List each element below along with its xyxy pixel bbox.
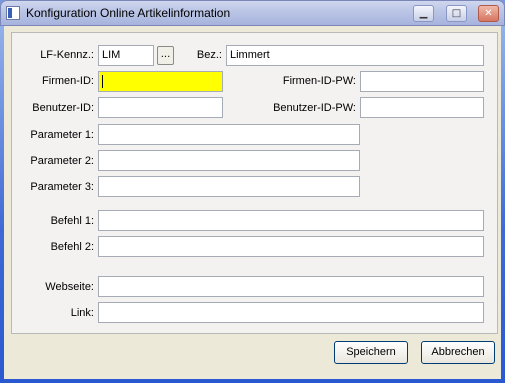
benutzer-id-label: Benutzer-ID: bbox=[32, 102, 94, 114]
title-bar[interactable]: Konfiguration Online Artikelinformation … bbox=[0, 0, 505, 26]
befehl2-field[interactable] bbox=[98, 236, 484, 257]
webseite-label: Webseite: bbox=[45, 281, 94, 293]
lf-kennz-label: LF-Kennz.: bbox=[40, 49, 94, 61]
firmen-id-pw-label: Firmen-ID-PW: bbox=[282, 75, 356, 87]
parameter3-field[interactable] bbox=[98, 176, 360, 197]
bez-label: Bez.: bbox=[196, 49, 222, 61]
parameter2-field[interactable] bbox=[98, 150, 360, 171]
app-icon bbox=[6, 6, 20, 20]
parameter1-field[interactable] bbox=[98, 124, 360, 145]
parameter3-label: Parameter 3: bbox=[30, 181, 94, 193]
window-title: Konfiguration Online Artikelinformation bbox=[26, 6, 231, 20]
cancel-button[interactable]: Abbrechen bbox=[421, 341, 495, 364]
befehl1-label: Befehl 1: bbox=[50, 215, 94, 227]
firmen-id-label: Firmen-ID: bbox=[42, 75, 94, 87]
parameter1-label: Parameter 1: bbox=[30, 129, 94, 141]
firmen-id-field[interactable] bbox=[98, 71, 223, 92]
benutzer-id-field[interactable] bbox=[98, 97, 223, 118]
link-field[interactable] bbox=[98, 302, 484, 323]
lf-kennz-browse-button[interactable]: ... bbox=[157, 46, 174, 65]
befehl2-label: Befehl 2: bbox=[50, 241, 94, 253]
close-button[interactable]: ✕ bbox=[478, 5, 499, 22]
dialog-client-area: LF-Kennz.: LIM ... Bez.: Limmert Firmen-… bbox=[4, 26, 501, 379]
bez-field[interactable]: Limmert bbox=[226, 45, 484, 66]
parameter2-label: Parameter 2: bbox=[30, 155, 94, 167]
benutzer-id-pw-label: Benutzer-ID-PW: bbox=[273, 102, 356, 114]
webseite-field[interactable] bbox=[98, 276, 484, 297]
maximize-button[interactable]: □ bbox=[446, 5, 467, 22]
lf-kennz-field[interactable]: LIM bbox=[98, 45, 154, 66]
text-caret bbox=[102, 74, 103, 88]
befehl1-field[interactable] bbox=[98, 210, 484, 231]
dialog-window: Konfiguration Online Artikelinformation … bbox=[0, 0, 505, 383]
firmen-id-pw-field[interactable] bbox=[360, 71, 484, 92]
link-label: Link: bbox=[70, 307, 94, 319]
save-button[interactable]: Speichern bbox=[334, 341, 408, 364]
minimize-button[interactable]: ▁ bbox=[413, 5, 434, 22]
benutzer-id-pw-field[interactable] bbox=[360, 97, 484, 118]
